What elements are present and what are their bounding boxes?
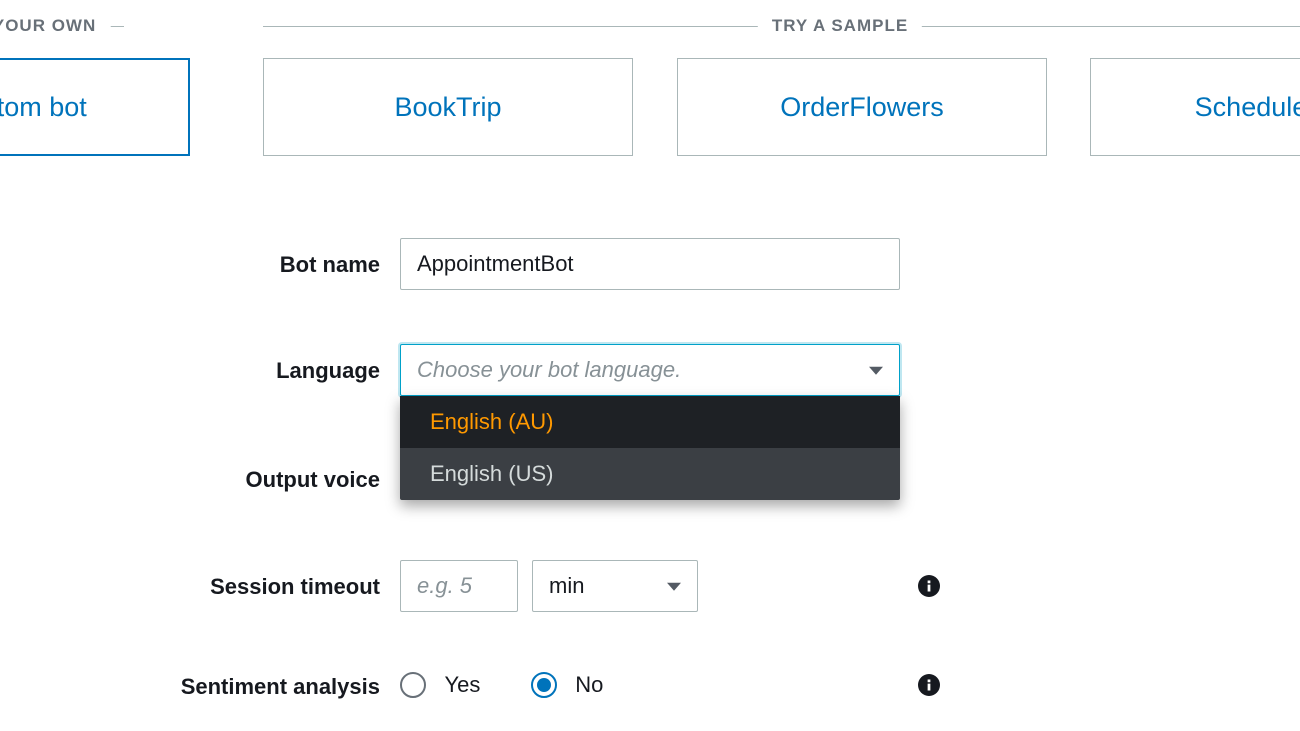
session-timeout-unit-label: min bbox=[549, 573, 584, 599]
info-icon[interactable] bbox=[918, 674, 940, 696]
card-booktrip-label: BookTrip bbox=[394, 92, 501, 123]
label-language: Language bbox=[0, 358, 380, 384]
caret-down-icon bbox=[869, 367, 883, 375]
label-session-timeout: Session timeout bbox=[0, 574, 380, 600]
card-scheduleapp[interactable]: ScheduleApp bbox=[1090, 58, 1300, 156]
section-label-create: TE YOUR OWN bbox=[0, 16, 110, 36]
card-booktrip[interactable]: BookTrip bbox=[263, 58, 633, 156]
sentiment-radio-group: Yes No bbox=[400, 672, 649, 698]
caret-down-icon bbox=[667, 583, 681, 591]
language-dropdown: English (AU) English (US) bbox=[400, 396, 900, 500]
language-option-us-label: English (US) bbox=[430, 461, 553, 487]
session-timeout-input[interactable] bbox=[400, 560, 518, 612]
label-bot-name: Bot name bbox=[0, 252, 380, 278]
card-orderflowers[interactable]: OrderFlowers bbox=[677, 58, 1047, 156]
card-orderflowers-label: OrderFlowers bbox=[780, 92, 944, 123]
language-select[interactable]: Choose your bot language. bbox=[400, 344, 900, 396]
language-select-placeholder: Choose your bot language. bbox=[417, 357, 681, 383]
sentiment-yes-label: Yes bbox=[444, 672, 480, 698]
info-icon[interactable] bbox=[918, 575, 940, 597]
card-custom-bot-label: stom bot bbox=[0, 92, 87, 123]
label-output-voice: Output voice bbox=[0, 467, 380, 493]
card-custom-bot[interactable]: stom bot bbox=[0, 58, 190, 156]
sentiment-no-label: No bbox=[575, 672, 603, 698]
session-timeout-unit-select[interactable]: min bbox=[532, 560, 698, 612]
bot-name-input[interactable] bbox=[400, 238, 900, 290]
card-scheduleapp-label: ScheduleApp bbox=[1195, 92, 1300, 123]
sentiment-no-radio[interactable] bbox=[531, 672, 557, 698]
language-option-au[interactable]: English (AU) bbox=[400, 396, 900, 448]
card-row: stom bot BookTrip OrderFlowers ScheduleA… bbox=[0, 58, 1300, 156]
language-option-au-label: English (AU) bbox=[430, 409, 553, 435]
sentiment-yes-radio[interactable] bbox=[400, 672, 426, 698]
section-label-sample: TRY A SAMPLE bbox=[758, 16, 922, 36]
language-option-us[interactable]: English (US) bbox=[400, 448, 900, 500]
label-sentiment: Sentiment analysis bbox=[0, 674, 380, 700]
